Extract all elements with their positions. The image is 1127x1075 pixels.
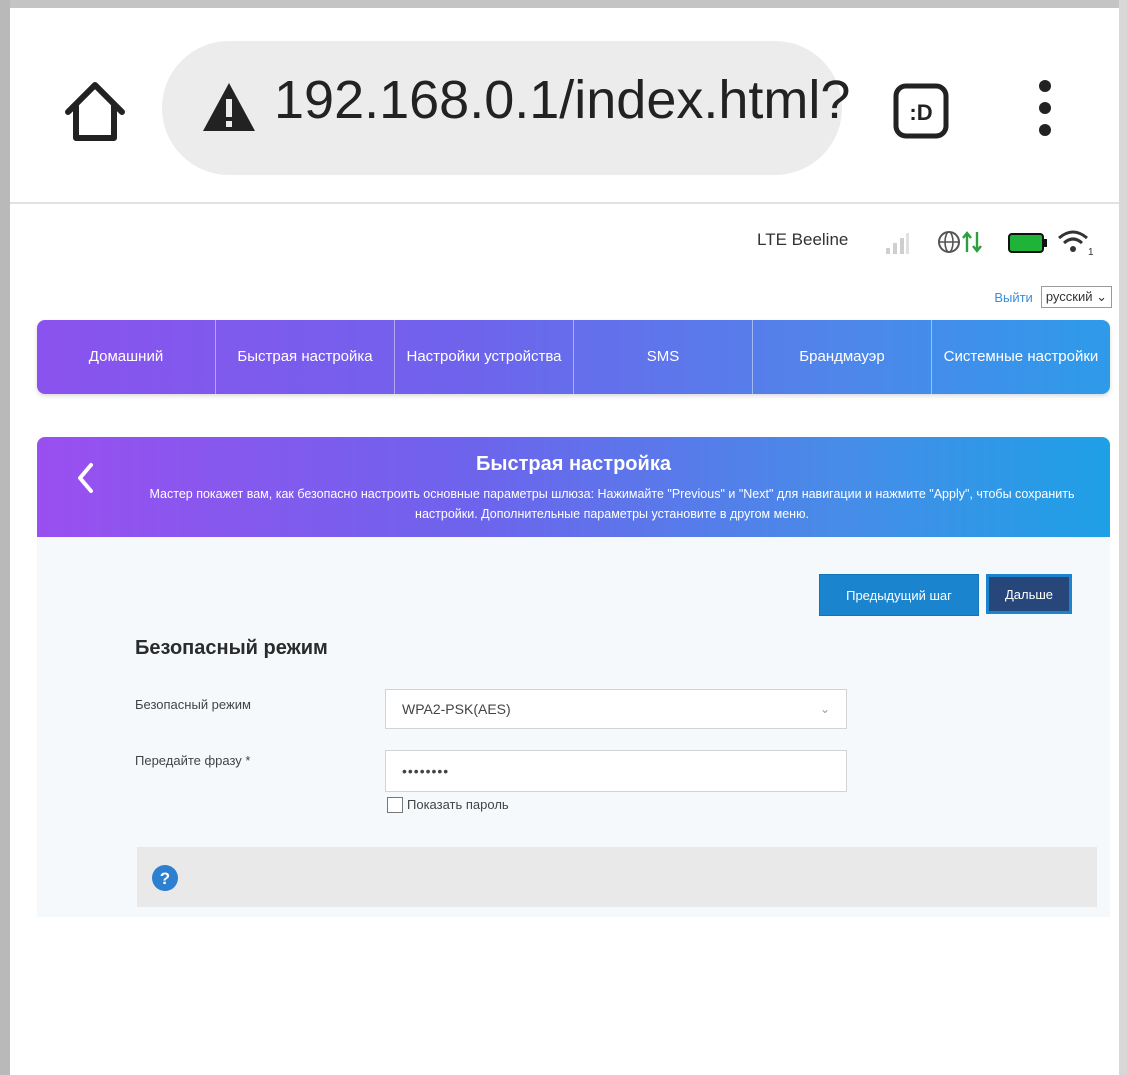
security-mode-select[interactable]: WPA2-PSK(AES) ⌄: [385, 689, 847, 729]
operator-name: Beeline: [791, 230, 849, 249]
help-bar: ?: [137, 847, 1097, 907]
quick-setup-panel: Быстрая настройка Мастер покажет вам, ка…: [37, 437, 1110, 917]
tab-switcher-icon[interactable]: :D: [890, 80, 952, 142]
show-password-checkbox[interactable]: [387, 797, 403, 813]
wifi-icon: 1: [1058, 230, 1094, 258]
help-icon[interactable]: ?: [151, 864, 179, 892]
window-frame-right: [1119, 0, 1127, 1075]
window-frame-left: [0, 0, 10, 1075]
main-nav: Домашний Быстрая настройка Настройки уст…: [37, 320, 1110, 394]
header-controls: Выйти русский ⌄: [994, 286, 1112, 308]
nav-item-system-settings[interactable]: Системные настройки: [932, 320, 1110, 394]
signal-icon: [886, 233, 909, 254]
network-status: LTE Beeline: [757, 230, 848, 250]
next-button[interactable]: Дальше: [986, 574, 1072, 614]
section-title: Безопасный режим: [135, 637, 328, 659]
language-select[interactable]: русский ⌄: [1040, 286, 1112, 308]
globe-icon: [938, 231, 982, 253]
warning-icon[interactable]: [200, 79, 258, 137]
nav-item-firewall[interactable]: Брандмауэр: [753, 320, 932, 394]
panel-header: Быстрая настройка Мастер покажет вам, ка…: [37, 437, 1110, 537]
logout-link[interactable]: Выйти: [994, 290, 1033, 305]
network-type: LTE: [757, 230, 787, 249]
svg-text:?: ?: [160, 869, 170, 888]
panel-description: Мастер покажет вам, как безопасно настро…: [149, 487, 1075, 521]
language-value: русский: [1045, 289, 1093, 304]
window-frame: [0, 0, 1127, 8]
passphrase-input[interactable]: ••••••••: [385, 750, 847, 792]
svg-text:1: 1: [1088, 247, 1094, 258]
previous-step-button[interactable]: Предыдущий шаг: [819, 574, 979, 616]
chevron-down-icon: ⌄: [819, 702, 830, 716]
browser-toolbar: 192.168.0.1/index.html? :D: [10, 8, 1119, 204]
security-mode-value: WPA2-PSK(AES): [402, 701, 511, 717]
url-text[interactable]: 192.168.0.1/index.html?: [274, 69, 850, 131]
security-mode-label: Безопасный режим: [135, 697, 251, 712]
tab-switcher-label: :D: [909, 100, 932, 125]
address-bar[interactable]: 192.168.0.1/index.html?: [162, 41, 850, 175]
nav-item-quick-setup[interactable]: Быстрая настройка: [216, 320, 395, 394]
more-menu-icon[interactable]: [1030, 74, 1060, 150]
show-password-label[interactable]: Показать пароль: [407, 797, 509, 812]
battery-icon: [1008, 233, 1047, 253]
panel-title: Быстрая настройка: [476, 453, 671, 475]
home-icon[interactable]: [60, 76, 130, 146]
nav-item-sms[interactable]: SMS: [574, 320, 753, 394]
nav-item-device-settings[interactable]: Настройки устройства: [395, 320, 574, 394]
passphrase-label: Передайте фразу *: [135, 753, 251, 768]
chevron-down-icon: ⌄: [1096, 289, 1107, 304]
nav-item-home[interactable]: Домашний: [37, 320, 216, 394]
